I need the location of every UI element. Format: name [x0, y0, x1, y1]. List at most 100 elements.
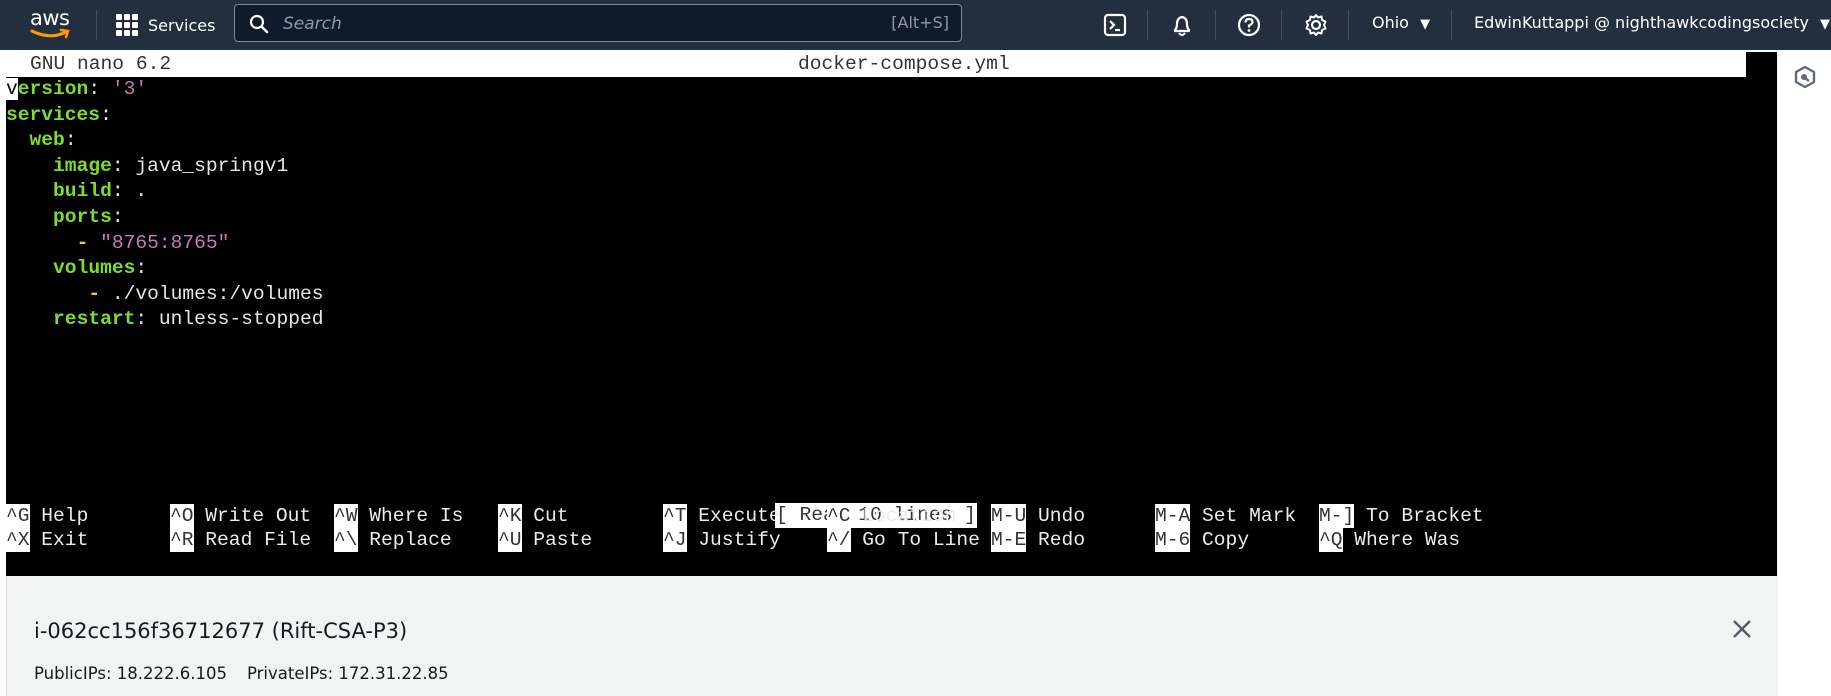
- aws-console-header: aws Services [Alt+S] O: [0, 0, 1831, 50]
- shortcut-where-was[interactable]: ^Q Where Was: [1319, 528, 1460, 552]
- shortcut-set-mark[interactable]: M-A Set Mark: [1155, 504, 1296, 528]
- shortcut-undo[interactable]: M-U Undo: [991, 504, 1085, 528]
- yaml-text: [6, 180, 53, 202]
- shortcut-label: Copy: [1190, 529, 1250, 551]
- yaml-key: services: [6, 103, 101, 126]
- shortcut-justify[interactable]: ^J Justify: [663, 528, 781, 552]
- shortcut-label: Redo: [1026, 529, 1086, 551]
- divider: [1348, 10, 1349, 40]
- shortcut-write-out[interactable]: ^O Write Out: [170, 504, 311, 528]
- shortcut-paste[interactable]: ^U Paste: [498, 528, 592, 552]
- yaml-text: : java_springv1: [111, 154, 289, 177]
- shortcut-label: Cut: [521, 505, 569, 527]
- shortcut-label: Justify: [686, 529, 781, 551]
- cloudshell-hex-icon[interactable]: [1793, 65, 1817, 89]
- help-icon[interactable]: [1235, 11, 1263, 39]
- yaml-text: :: [135, 257, 148, 280]
- shortcut-key: ^J: [663, 528, 687, 552]
- yaml-text: :: [64, 129, 77, 152]
- code-line: image: java_springv1: [6, 154, 288, 179]
- services-label: Services: [148, 15, 216, 35]
- yaml-text: :: [100, 103, 112, 126]
- shortcut-go-to-line[interactable]: ^/ Go To Line: [827, 528, 980, 552]
- cloudshell-icon[interactable]: [1101, 11, 1129, 39]
- code-line: - "8765:8765": [6, 231, 230, 256]
- yaml-key: volumes: [53, 257, 136, 280]
- gear-icon[interactable]: [1302, 11, 1330, 39]
- close-icon[interactable]: [1731, 618, 1753, 640]
- yaml-text: : unless-stopped: [135, 308, 324, 331]
- shortcut-key: ^G: [6, 504, 30, 528]
- code-line: services:: [6, 103, 112, 128]
- shortcut-key: ^T: [663, 504, 687, 528]
- nano-version: GNU nano 6.2: [30, 53, 172, 75]
- yaml-key: image: [53, 154, 112, 177]
- yaml-key: ports: [53, 206, 112, 228]
- shortcut-label: To Bracket: [1354, 505, 1484, 527]
- divider: [1215, 10, 1216, 40]
- nano-title-bar: GNU nano 6.2 docker-compose.yml: [6, 52, 1746, 77]
- shortcut-redo[interactable]: M-E Redo: [991, 528, 1085, 552]
- shortcut-exit[interactable]: ^X Exit: [6, 528, 88, 552]
- grid-icon: [116, 14, 138, 36]
- aws-logo[interactable]: aws: [30, 6, 74, 42]
- shortcut-where-is[interactable]: ^W Where Is: [334, 504, 463, 528]
- shortcut-execute[interactable]: ^T Execute: [663, 504, 781, 528]
- services-menu-button[interactable]: Services: [116, 10, 215, 40]
- divider: [1147, 10, 1148, 40]
- shortcut-label: Exit: [29, 529, 89, 551]
- shortcut-label: Paste: [521, 529, 593, 551]
- yaml-text: [6, 257, 53, 279]
- shortcut-location[interactable]: ^C Location: [827, 504, 956, 528]
- public-ips: PublicIPs: 18.222.6.105: [34, 664, 227, 683]
- shortcut-cut[interactable]: ^K Cut: [498, 504, 569, 528]
- code-line: version: '3': [6, 77, 147, 102]
- code-line: volumes:: [6, 256, 147, 281]
- text-cursor: v: [6, 78, 18, 100]
- caret-down-icon: ▼: [1820, 17, 1831, 32]
- instance-info-panel: i-062cc156f36712677 (Rift-CSA-P3) Public…: [6, 576, 1778, 696]
- search-box[interactable]: [Alt+S]: [234, 4, 962, 42]
- code-line: build: .: [6, 179, 147, 204]
- account-menu[interactable]: EdwinKuttappi @ nighthawkcodingsociety ▼: [1474, 13, 1830, 32]
- shortcut-label: Write Out: [193, 505, 312, 527]
- shortcut-label: Execute: [686, 505, 781, 527]
- yaml-text: [6, 129, 30, 151]
- shortcut-replace[interactable]: ^\ Replace: [334, 528, 452, 552]
- shortcut-key: ^Q: [1319, 528, 1343, 552]
- search-input[interactable]: [281, 11, 845, 37]
- shortcut-key: ^\: [334, 528, 358, 552]
- yaml-text: :: [111, 206, 124, 228]
- yaml-text: [6, 308, 53, 330]
- shortcut-key: ^R: [170, 528, 194, 552]
- region-selector[interactable]: Ohio ▼: [1372, 13, 1430, 32]
- bell-icon[interactable]: [1168, 11, 1196, 39]
- yaml-text: [6, 206, 53, 228]
- account-label: EdwinKuttappi @ nighthawkcodingsociety: [1474, 13, 1809, 32]
- right-sidebar: [1777, 50, 1831, 696]
- instance-title: i-062cc156f36712677 (Rift-CSA-P3): [34, 619, 408, 643]
- shortcut-label: Go To Line: [850, 529, 980, 551]
- shortcut-to-bracket[interactable]: M-] To Bracket: [1319, 504, 1484, 528]
- shortcut-key: ^U: [498, 528, 522, 552]
- shortcut-key: M-A: [1155, 504, 1191, 528]
- divider: [1281, 10, 1282, 40]
- yaml-dash: -: [76, 231, 89, 254]
- shortcut-label: Where Is: [357, 505, 464, 527]
- shortcut-key: ^W: [334, 504, 358, 528]
- shortcut-read-file[interactable]: ^R Read File: [170, 528, 311, 552]
- shortcut-label: Help: [29, 505, 89, 527]
- shortcut-help[interactable]: ^G Help: [6, 504, 88, 528]
- yaml-text: ./volumes:/volumes: [100, 282, 324, 305]
- yaml-text: [6, 283, 88, 305]
- shortcut-key: ^C: [827, 504, 851, 528]
- shortcut-label: Undo: [1026, 505, 1086, 527]
- shortcut-key: M-E: [991, 528, 1027, 552]
- shortcut-key: ^K: [498, 504, 522, 528]
- yaml-string: "8765:8765": [100, 231, 230, 254]
- shortcut-label: Where Was: [1342, 529, 1461, 551]
- code-line: - ./volumes:/volumes: [6, 282, 323, 307]
- yaml-text: :: [88, 78, 112, 100]
- shortcut-copy[interactable]: M-6 Copy: [1155, 528, 1249, 552]
- terminal-session[interactable]: GNU nano 6.2 docker-compose.yml version:…: [6, 52, 1777, 576]
